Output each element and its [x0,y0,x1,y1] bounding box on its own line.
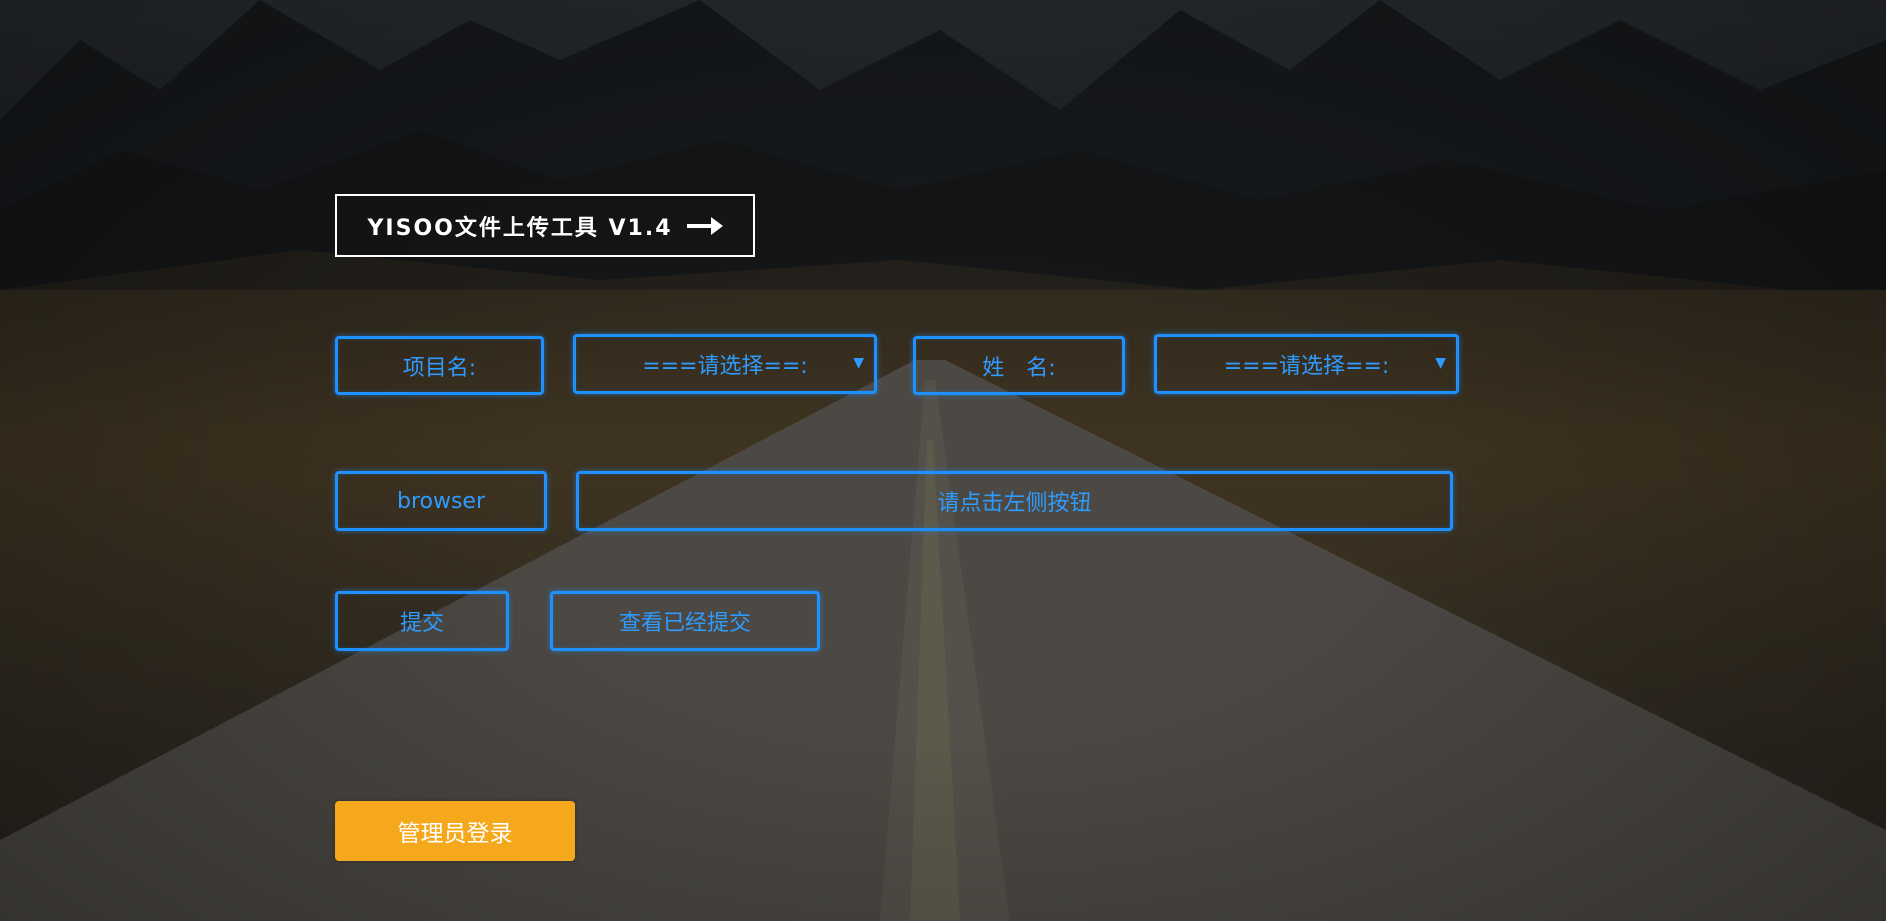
admin-login-button[interactable]: 管理员登录 [335,801,575,861]
submit-button-label: 提交 [399,611,444,636]
name-label: 姓 名: [913,336,1125,395]
vignette [0,0,1886,921]
chevron-down-icon: ▼ [1435,355,1446,372]
project-label: 项目名: [335,336,544,395]
view-submitted-button[interactable]: 查看已经提交 [550,591,820,651]
project-select[interactable]: ===请选择==: ▼ [573,334,877,394]
submit-button[interactable]: 提交 [335,591,509,651]
file-path-text: 请点击左侧按钮 [937,491,1092,516]
background-landscape [0,0,1886,921]
file-path-display: 请点击左侧按钮 [576,471,1453,531]
app-title-text: YISOO文件上传工具 V1.4 [367,215,673,241]
project-label-text: 项目名: [402,355,477,381]
browse-button[interactable]: browser [335,471,547,531]
app-title: YISOO文件上传工具 V1.4 [335,194,755,257]
browse-button-label: browser [396,488,486,514]
name-label-text: 姓 名: [982,355,1056,381]
name-select-value: ===请选择==: [1223,354,1390,379]
arrow-right-icon [686,216,723,235]
project-select-value: ===请选择==: [642,354,808,379]
view-submitted-button-label: 查看已经提交 [618,611,751,636]
admin-login-button-label: 管理员登录 [397,821,513,847]
name-select[interactable]: ===请选择==: ▼ [1154,334,1459,394]
chevron-down-icon: ▼ [853,355,864,372]
